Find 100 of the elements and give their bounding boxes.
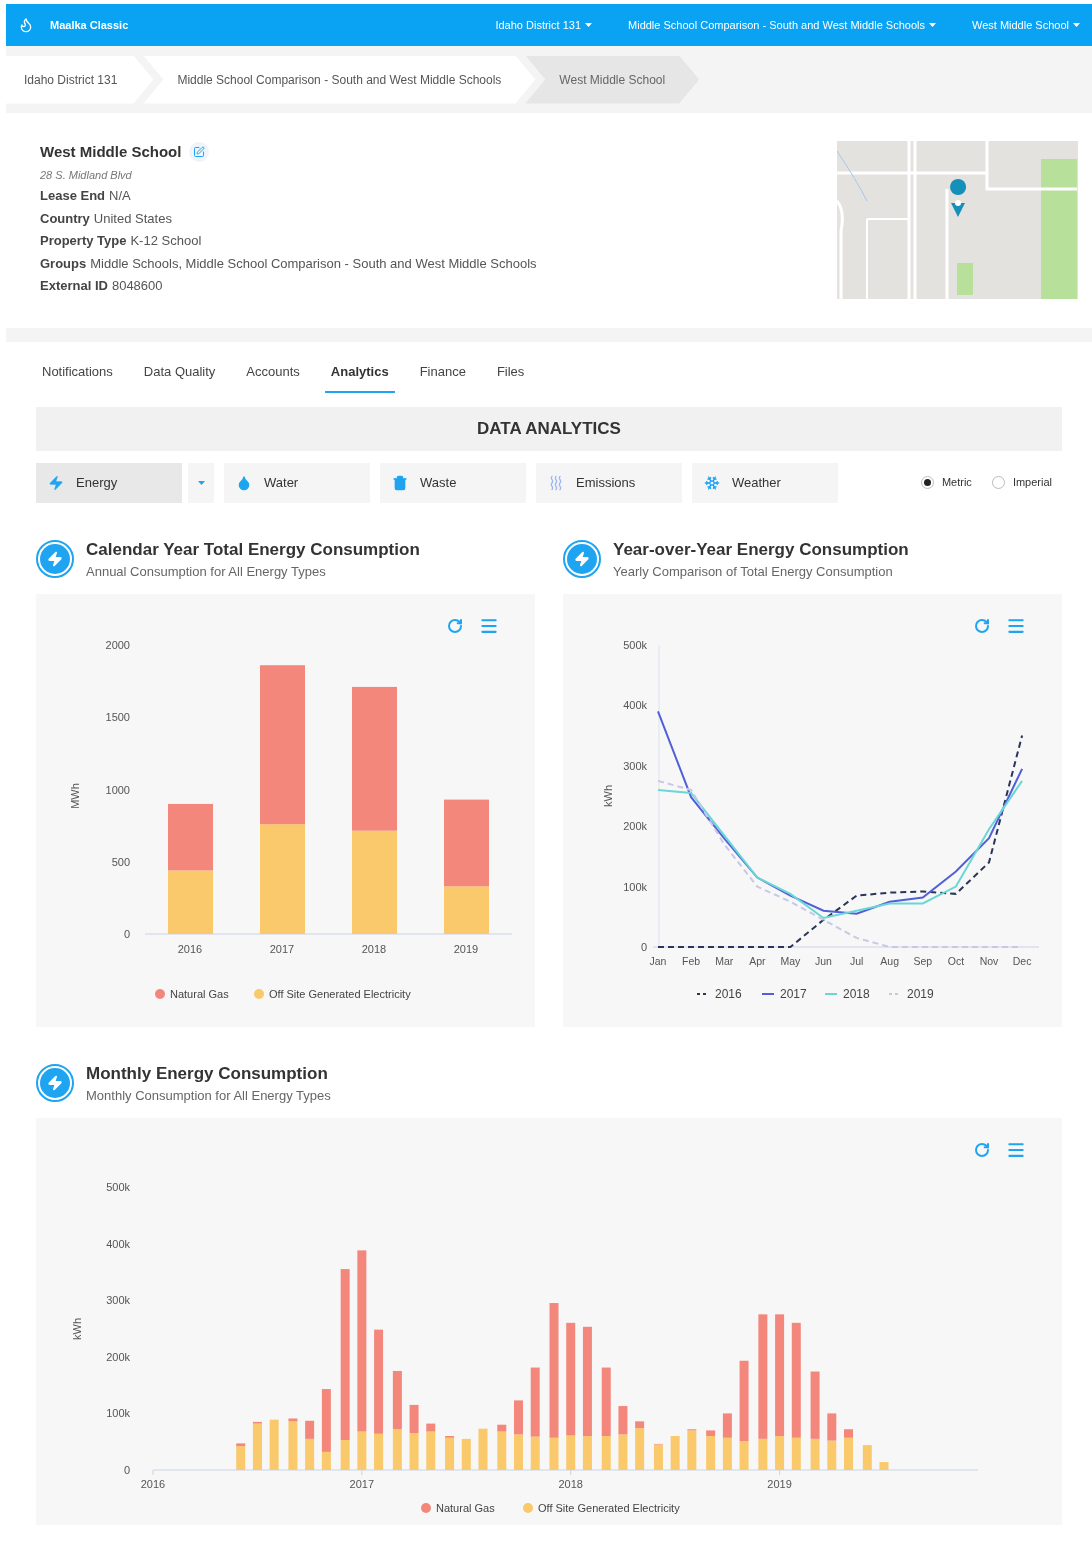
axis-label: 300k xyxy=(106,1293,130,1306)
bar xyxy=(862,1444,872,1470)
axis-label: Aug xyxy=(880,954,900,967)
refresh-button[interactable] xyxy=(447,617,463,634)
field-label: Property Type xyxy=(40,232,127,250)
caret-icon xyxy=(1073,23,1080,27)
axis-title: kWh xyxy=(602,784,614,807)
trash-icon xyxy=(392,474,408,491)
bar xyxy=(879,1461,889,1470)
bar xyxy=(827,1412,837,1441)
category-button[interactable]: Weather xyxy=(692,462,838,503)
field-label: Groups xyxy=(40,254,87,273)
axis-label: 2016 xyxy=(177,942,203,955)
legend-label: Natural Gas xyxy=(170,987,230,1000)
category-button[interactable]: Emissions xyxy=(536,462,682,503)
axis-label: 0 xyxy=(640,940,647,953)
axis-label: 2019 xyxy=(453,942,479,955)
waves-icon xyxy=(548,474,564,491)
chart-subtitle: Yearly Comparison of Total Energy Consumption xyxy=(613,563,894,581)
axis-label: 100k xyxy=(106,1406,130,1419)
bar xyxy=(168,803,213,870)
legend-label: 2016 xyxy=(715,986,743,1001)
category-button[interactable]: Water xyxy=(224,462,370,503)
axis-label: 2016 xyxy=(140,1477,166,1490)
legend-item[interactable]: 2019 xyxy=(888,986,934,1001)
axis-label: 500k xyxy=(106,1180,130,1193)
axis-label: May xyxy=(780,954,801,967)
tab[interactable]: Analytics xyxy=(324,362,395,393)
edit-icon xyxy=(193,146,206,159)
lightning-badge-icon xyxy=(36,1064,74,1102)
legend-item[interactable]: Off Site Generated Electricity xyxy=(254,987,411,1000)
bar xyxy=(461,1438,471,1470)
field-label: External ID xyxy=(40,277,108,295)
axis-label: 2018 xyxy=(558,1477,583,1490)
legend-item[interactable]: 2017 xyxy=(761,986,807,1001)
caret-icon xyxy=(585,23,593,27)
bar xyxy=(409,1404,419,1433)
legend-label: 2017 xyxy=(780,986,808,1001)
bar xyxy=(514,1433,523,1470)
bar xyxy=(514,1399,523,1434)
legend-item[interactable]: Natural Gas xyxy=(155,987,229,1000)
axis-label: 0 xyxy=(123,927,130,940)
bar xyxy=(618,1433,628,1470)
axis-label: 2017 xyxy=(269,942,295,955)
axis-label: 1000 xyxy=(105,783,130,795)
axis-label: Jun xyxy=(815,954,832,967)
category-button[interactable]: Waste xyxy=(380,462,526,503)
field-value: Middle Schools, Middle School Comparison - South and West Middle Schools xyxy=(90,254,537,273)
axis-title: MWh xyxy=(69,782,81,809)
axis-label: 300k xyxy=(623,759,647,772)
legend-item[interactable]: 2018 xyxy=(824,986,870,1001)
axis-label: Oct xyxy=(947,954,965,967)
tab[interactable]: Data Quality xyxy=(137,362,222,393)
caret-icon xyxy=(197,480,205,485)
axis-label: 400k xyxy=(623,698,647,711)
refresh-button[interactable] xyxy=(974,1141,990,1158)
legend-label: Natural Gas xyxy=(436,1501,496,1514)
axis-label: Dec xyxy=(1012,954,1032,967)
unit-radio[interactable]: Imperial xyxy=(991,474,1052,491)
axis-label: 500 xyxy=(111,855,130,868)
lightning-icon xyxy=(48,474,64,491)
legend-item[interactable]: Natural Gas xyxy=(421,1501,495,1514)
edit-button[interactable] xyxy=(189,142,210,163)
bar xyxy=(409,1432,419,1470)
unit-radio[interactable]: Metric xyxy=(920,474,972,491)
snowflake-icon xyxy=(704,474,720,491)
legend-item[interactable]: Off Site Generated Electricity xyxy=(523,1501,680,1514)
tab[interactable]: Finance xyxy=(413,362,472,393)
bar xyxy=(670,1435,680,1470)
axis-label: 500k xyxy=(623,638,647,651)
legend-label: 2019 xyxy=(907,986,935,1001)
field-value: 8048600 xyxy=(111,277,163,295)
breadcrumb[interactable]: Idaho District 131 xyxy=(6,55,154,104)
axis-label: Jul xyxy=(849,954,864,967)
axis-label: 2019 xyxy=(767,1477,792,1490)
axis-label: 200k xyxy=(623,819,647,832)
tab[interactable]: Files xyxy=(490,362,531,393)
bar xyxy=(269,1419,279,1470)
axis-label: 100k xyxy=(623,880,647,893)
lightning-badge-icon xyxy=(36,540,74,578)
chart-title: Monthly Energy Consumption xyxy=(86,1062,329,1085)
axis-title: kWh xyxy=(71,1317,83,1340)
bar xyxy=(722,1437,732,1470)
refresh-button[interactable] xyxy=(974,617,990,634)
legend-item[interactable]: 2016 xyxy=(696,986,742,1001)
breadcrumb[interactable]: West Middle School xyxy=(525,55,700,104)
lightning-badge-icon xyxy=(563,540,601,578)
caret-icon xyxy=(929,23,936,27)
chart-title: Year-over-Year Energy Consumption xyxy=(613,538,909,561)
category-button[interactable]: Energy xyxy=(36,462,182,503)
axis-label: 0 xyxy=(123,1463,130,1476)
tab[interactable]: Accounts xyxy=(240,362,306,393)
legend-label: 2018 xyxy=(843,986,871,1001)
chart-subtitle: Monthly Consumption for All Energy Types xyxy=(86,1087,331,1105)
axis-label: 2018 xyxy=(361,942,387,955)
tab[interactable]: Notifications xyxy=(36,362,119,393)
axis-label: 1500 xyxy=(105,710,130,723)
bar xyxy=(168,869,213,934)
axis-label: Mar xyxy=(715,954,734,967)
breadcrumb[interactable]: Middle School Comparison - South and West Middle Schools xyxy=(143,55,536,104)
